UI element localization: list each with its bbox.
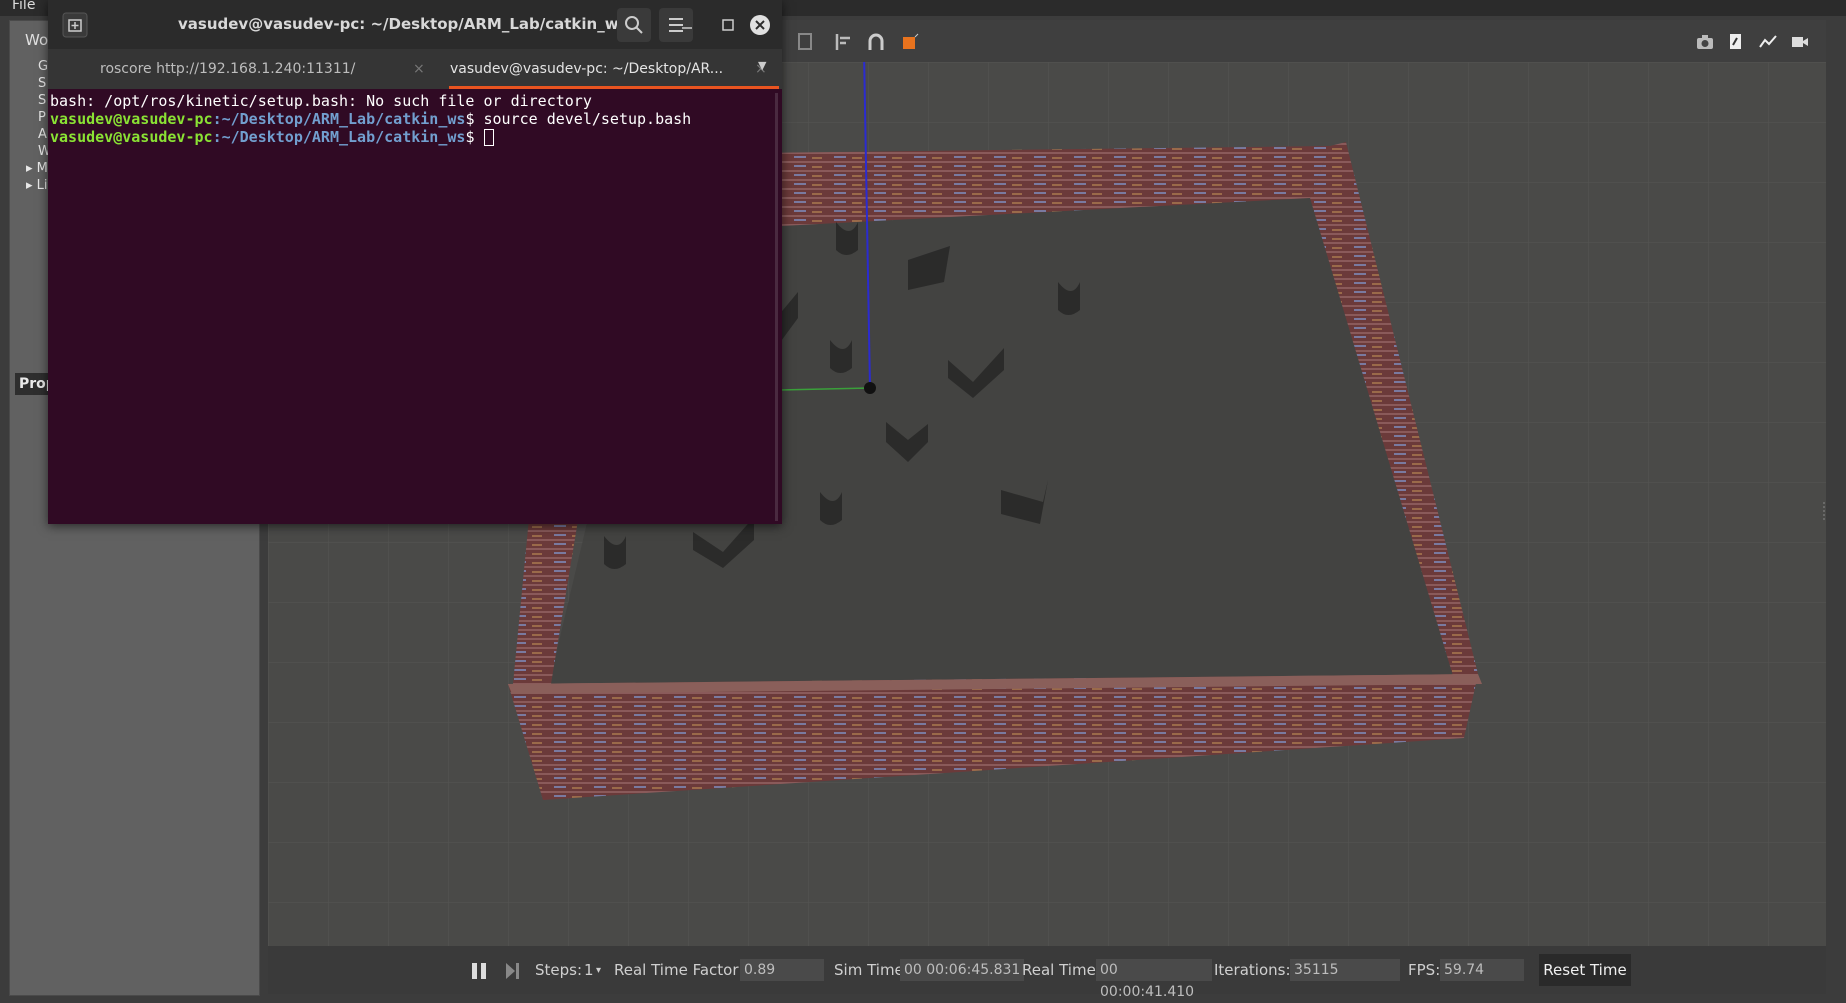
maximize-icon[interactable] [721,18,735,32]
fps-value: 59.74 [1440,959,1524,981]
steps-value[interactable]: 1 [584,961,594,979]
video-icon[interactable] [1790,32,1810,52]
terminal-scrollbar[interactable] [775,93,778,521]
copy-icon[interactable] [796,32,816,52]
command-text: $ source devel/setup.bash [465,110,692,128]
expand-arrow-icon[interactable]: ▸ [26,178,37,193]
view-angle-icon[interactable] [900,32,920,52]
robot-origin-marker [864,382,876,394]
align-icon[interactable] [834,32,854,52]
close-icon[interactable] [748,13,772,37]
expand-arrow-icon[interactable]: ▸ [26,161,37,176]
terminal-line: bash: /opt/ros/kinetic/setup.bash: No su… [50,92,592,110]
text-cursor [483,129,494,146]
search-icon[interactable] [617,8,651,42]
world-tab[interactable]: Wo [25,31,48,49]
log-icon[interactable] [1726,32,1746,52]
real-time-label: Real Time: [1022,961,1101,979]
new-tab-icon[interactable] [62,12,88,38]
fps-label: FPS: [1408,961,1441,979]
prompt-user: vasudev@vasudev-pc [50,110,213,128]
terminal-tab-bar: roscore http://192.168.1.240:11311/ × va… [48,49,782,89]
real-time-value: 00 00:00:41.410 [1096,959,1212,1000]
steps-label: Steps: [535,961,583,979]
plot-icon[interactable] [1758,32,1778,52]
prompt-path: :~/Desktop/ARM_Lab/catkin_ws [212,128,466,146]
pause-icon[interactable] [470,962,488,980]
terminal-titlebar[interactable]: vasudev@vasudev-pc: ~/Desktop/ARM_Lab/ca… [48,0,782,49]
sim-time-value: 00 00:06:45.831 [900,959,1024,981]
minimize-icon[interactable] [680,18,694,32]
terminal-title: vasudev@vasudev-pc: ~/Desktop/ARM_Lab/ca… [178,15,628,33]
command-text: $ [465,128,484,146]
tab-roscore[interactable]: roscore http://192.168.1.240:11311/ × [100,49,425,89]
simulation-status-bar: Steps: 1 ▾ Real Time Factor: 0.89 Sim Ti… [268,946,1826,1000]
camera-icon[interactable] [1695,32,1715,52]
prompt-path: :~/Desktop/ARM_Lab/catkin_ws [212,110,466,128]
prompt-user: vasudev@vasudev-pc [50,128,213,146]
rtf-label: Real Time Factor: [614,961,744,979]
snap-icon[interactable] [866,32,886,52]
tab-catkin-ws[interactable]: vasudev@vasudev-pc: ~/Desktop/AR... × [400,49,777,89]
sim-time-label: Sim Time: [834,961,909,979]
tab-label: roscore http://192.168.1.240:11311/ [100,61,356,77]
rtf-value: 0.89 [740,959,824,981]
iterations-label: Iterations: [1214,961,1291,979]
terminal-output[interactable]: bash: /opt/ros/kinetic/setup.bash: No su… [48,89,782,524]
step-icon[interactable] [504,962,522,980]
menu-file[interactable]: File [12,0,35,13]
tabs-chevron-down-icon[interactable]: ▼ [758,59,766,72]
terminal-line: vasudev@vasudev-pc:~/Desktop/ARM_Lab/cat… [50,128,494,146]
terminal-line: vasudev@vasudev-pc:~/Desktop/ARM_Lab/cat… [50,110,691,128]
tab-label: vasudev@vasudev-pc: ~/Desktop/AR... [450,61,724,77]
reset-time-button[interactable]: Reset Time [1539,954,1631,986]
steps-chevron-down-icon[interactable]: ▾ [596,965,601,976]
iterations-value: 35115 [1290,959,1400,981]
terminal-window[interactable]: vasudev@vasudev-pc: ~/Desktop/ARM_Lab/ca… [48,0,782,524]
